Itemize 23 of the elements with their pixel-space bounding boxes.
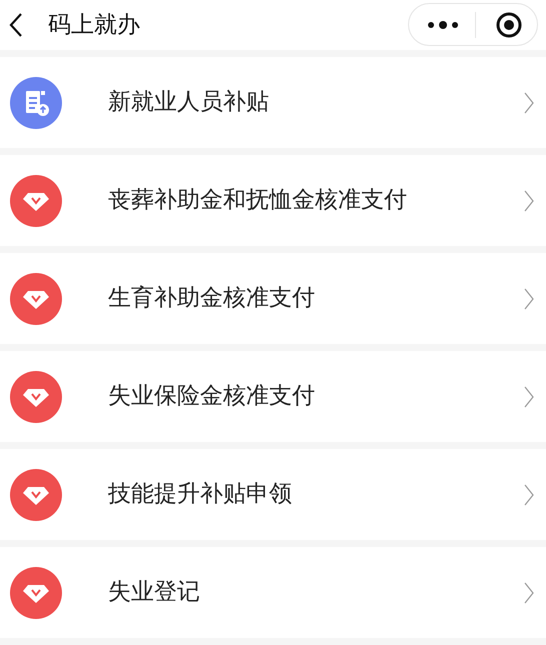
more-icon[interactable] [427, 20, 459, 30]
service-item[interactable]: 生育补助金核准支付 [0, 253, 546, 344]
back-icon[interactable] [8, 12, 24, 38]
service-item[interactable]: 失业登记 [0, 547, 546, 638]
service-item[interactable]: 失业保险金核准支付 [0, 351, 546, 442]
page-title: 码上就办 [48, 10, 140, 40]
item-label: 新就业人员补贴 [108, 88, 270, 118]
item-label: 失业保险金核准支付 [108, 382, 316, 412]
item-label: 丧葬补助金和抚恤金核准支付 [108, 186, 408, 216]
chevron-right-icon [524, 92, 534, 114]
service-item[interactable]: 新就业人员补贴 [0, 57, 546, 148]
chevron-right-icon [524, 190, 534, 212]
item-label: 技能提升补贴申领 [108, 480, 293, 510]
chevron-right-icon [524, 484, 534, 506]
item-label: 生育补助金核准支付 [108, 284, 316, 314]
chevron-right-icon [524, 288, 534, 310]
close-target-icon[interactable] [496, 12, 522, 38]
chevron-right-icon [524, 386, 534, 408]
document-icon [10, 76, 62, 128]
chevron-right-icon [524, 582, 534, 604]
item-label: 失业登记 [108, 578, 201, 608]
service-item[interactable]: 丧葬补助金和抚恤金核准支付 [0, 155, 546, 246]
service-item[interactable]: 技能提升补贴申领 [0, 449, 546, 540]
